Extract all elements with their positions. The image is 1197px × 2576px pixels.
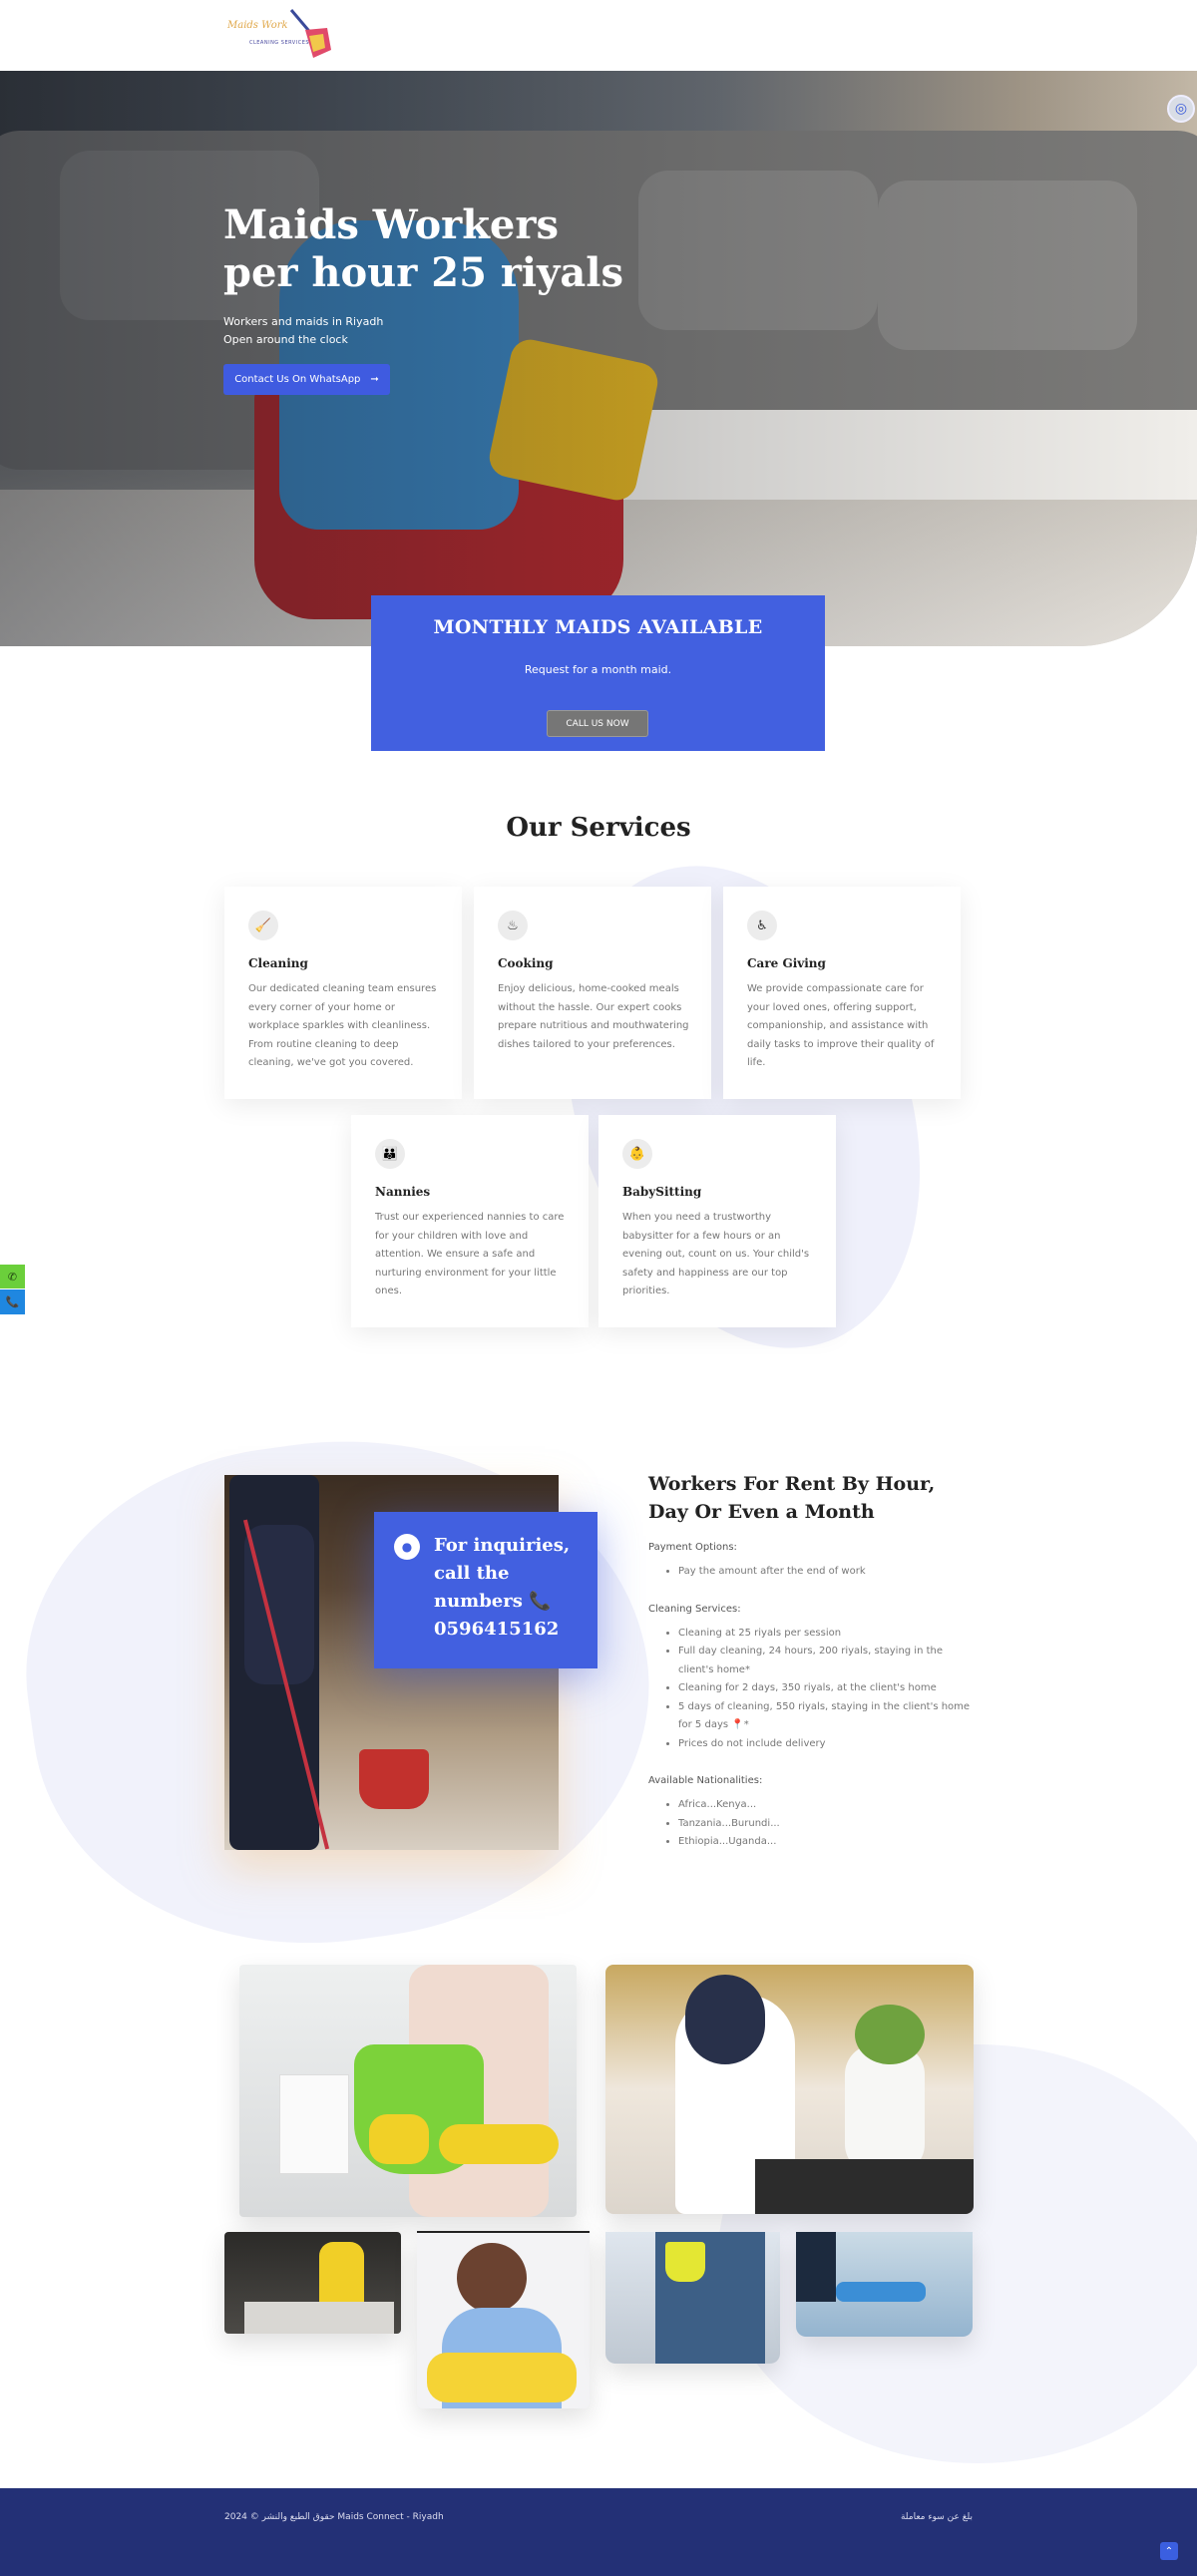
service-title: BabySitting (622, 1185, 702, 1199)
whatsapp-contact-button[interactable]: Contact Us On WhatsApp ➞ (223, 364, 390, 395)
service-text: We provide compassionate care for your l… (747, 983, 935, 1068)
service-card-care-giving: ♿ Care Giving We provide compassionate c… (723, 887, 961, 1099)
rent-info: Workers For Rent By Hour, Day Or Even a … (648, 1470, 978, 1852)
gallery-photo-bucket-mop (605, 2232, 780, 2364)
cleaning-heading: Cleaning Services: (648, 1603, 741, 1615)
payment-list: Pay the amount after the end of work (648, 1563, 978, 1582)
site-header: Maids Work CLEANING SERVICES (0, 0, 1197, 71)
site-footer: 2024 © حقوق الطبع والنشر Maids Connect -… (0, 2488, 1197, 2576)
inquiry-box: ● For inquiries, call the numbers 📞 0596… (374, 1512, 598, 1668)
hero-section (0, 71, 1197, 646)
service-card-nannies: 👪 Nannies Trust our experienced nannies … (351, 1115, 589, 1327)
accessibility-icon[interactable]: ◎ (1167, 95, 1195, 123)
monthly-maids-box: MONTHLY MAIDS AVAILABLE Request for a mo… (371, 595, 825, 751)
arrow-right-icon: ➞ (370, 374, 379, 385)
monthly-text: Request for a month maid. (524, 663, 672, 676)
cooking-icon: ♨ (498, 911, 528, 940)
hero-subtitle-line1: Workers and maids in Riyadh (223, 315, 384, 328)
gallery-photo-maid-wiping (224, 2232, 401, 2334)
nationalities-heading: Available Nationalities: (648, 1775, 763, 1786)
list-item: Prices do not include delivery (678, 1735, 978, 1754)
rent-title: Workers For Rent By Hour, Day Or Even a … (648, 1473, 936, 1523)
list-item: 5 days of cleaning, 550 riyals, staying … (678, 1698, 978, 1735)
phone-float-icon[interactable]: 📞 (0, 1289, 25, 1314)
cleaning-list: Cleaning at 25 riyals per session Full d… (648, 1625, 978, 1754)
list-item: Cleaning at 25 riyals per session (678, 1625, 978, 1644)
service-text: Trust our experienced nannies to care fo… (375, 1212, 565, 1296)
report-abuse-link[interactable]: بلغ عن سوء معاملة (901, 2512, 973, 2522)
services-title: Our Services (506, 813, 691, 843)
whatsapp-float-icon[interactable]: ✆ (0, 1265, 25, 1288)
hero-title: Maids Workers per hour 25 riyals (223, 201, 623, 296)
list-item: Full day cleaning, 24 hours, 200 riyals,… (678, 1643, 978, 1679)
back-to-top-icon[interactable]: ⌃ (1160, 2542, 1178, 2560)
care-giving-icon: ♿ (747, 911, 777, 940)
logo-text: Maids Work (227, 20, 288, 31)
babysitting-icon: 👶 (622, 1139, 652, 1169)
gallery-photo-floor-mopping (796, 2232, 973, 2337)
inquiry-text: For inquiries, call the numbers 📞 059641… (434, 1535, 571, 1640)
nationalities-list: Africa...Kenya... Tanzania...Burundi... … (648, 1796, 978, 1852)
nannies-icon: 👪 (375, 1139, 405, 1169)
payment-heading: Payment Options: (648, 1542, 737, 1553)
gallery-photo-cleaning-supplies (239, 1965, 577, 2217)
monthly-title: MONTHLY MAIDS AVAILABLE (433, 616, 763, 638)
list-item: Tanzania...Burundi... (678, 1815, 978, 1834)
service-title: Care Giving (747, 956, 826, 970)
hero-subtitle-line2: Open around the clock (223, 333, 348, 346)
service-card-cooking: ♨ Cooking Enjoy delicious, home-cooked m… (474, 887, 711, 1099)
list-item: Africa...Kenya... (678, 1796, 978, 1815)
service-text: When you need a trustworthy babysitter f… (622, 1212, 810, 1296)
cleaning-icon: 🧹 (248, 911, 278, 940)
service-title: Cleaning (248, 956, 308, 970)
service-text: Our dedicated cleaning team ensures ever… (248, 983, 437, 1068)
whatsapp-contact-label: Contact Us On WhatsApp (234, 374, 361, 385)
service-card-babysitting: 👶 BabySitting When you need a trustworth… (598, 1115, 836, 1327)
list-item: Pay the amount after the end of work (678, 1563, 978, 1582)
service-title: Cooking (498, 956, 554, 970)
gallery-photo-smiling-maid (417, 2231, 590, 2408)
mop-logo-icon (289, 9, 331, 58)
copyright-text: 2024 © حقوق الطبع والنشر Maids Connect -… (224, 2512, 444, 2522)
list-item: Ethiopia...Uganda... (678, 1833, 978, 1852)
hero-subtitle: Workers and maids in Riyadh Open around … (223, 313, 383, 349)
site-logo[interactable]: Maids Work CLEANING SERVICES (223, 6, 335, 62)
piggy-bank-icon: ● (394, 1534, 420, 1560)
service-title: Nannies (375, 1185, 431, 1199)
service-card-cleaning: 🧹 Cleaning Our dedicated cleaning team e… (224, 887, 462, 1099)
service-text: Enjoy delicious, home-cooked meals witho… (498, 983, 689, 1050)
gallery-photo-kitchen-cleaning (605, 1965, 974, 2214)
call-us-button[interactable]: CALL US NOW (547, 710, 648, 737)
list-item: Cleaning for 2 days, 350 riyals, at the … (678, 1679, 978, 1698)
